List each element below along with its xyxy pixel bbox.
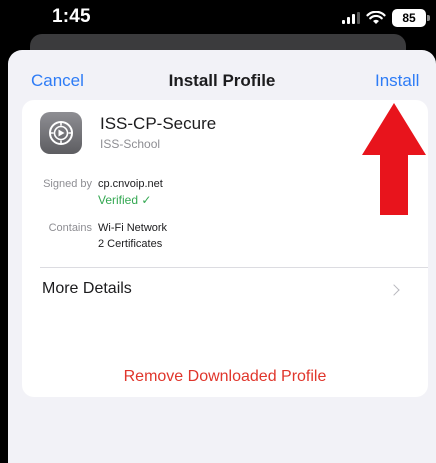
page-title: Install Profile xyxy=(168,71,276,90)
more-details-row[interactable]: More Details xyxy=(22,268,428,312)
verified-badge: Verified ✓ xyxy=(98,193,152,207)
remove-profile-label: Remove Downloaded Profile xyxy=(123,368,327,385)
contains-item: 2 Certificates xyxy=(98,238,163,250)
remove-profile-button[interactable]: Remove Downloaded Profile xyxy=(22,357,428,397)
status-icons: 85 xyxy=(342,8,430,28)
profile-name: ISS-CP-Secure xyxy=(100,114,217,133)
battery-level: 85 xyxy=(402,11,416,25)
chevron-right-icon xyxy=(388,284,400,296)
contains-label: Contains xyxy=(48,222,92,234)
contains-item: Wi-Fi Network xyxy=(98,222,168,234)
install-button[interactable]: Install xyxy=(375,71,419,91)
wifi-icon xyxy=(366,11,386,24)
signed-by-value: cp.cnvoip.net xyxy=(98,178,163,190)
more-details-label: More Details xyxy=(42,280,132,297)
cellular-signal-icon xyxy=(342,12,360,24)
profile-organization: ISS-School xyxy=(100,137,161,151)
signed-by-label: Signed by xyxy=(43,178,92,190)
red-up-arrow-icon xyxy=(362,103,426,215)
battery-icon: 85 xyxy=(392,9,430,27)
status-time: 1:45 xyxy=(52,6,91,27)
gear-icon xyxy=(40,112,82,154)
